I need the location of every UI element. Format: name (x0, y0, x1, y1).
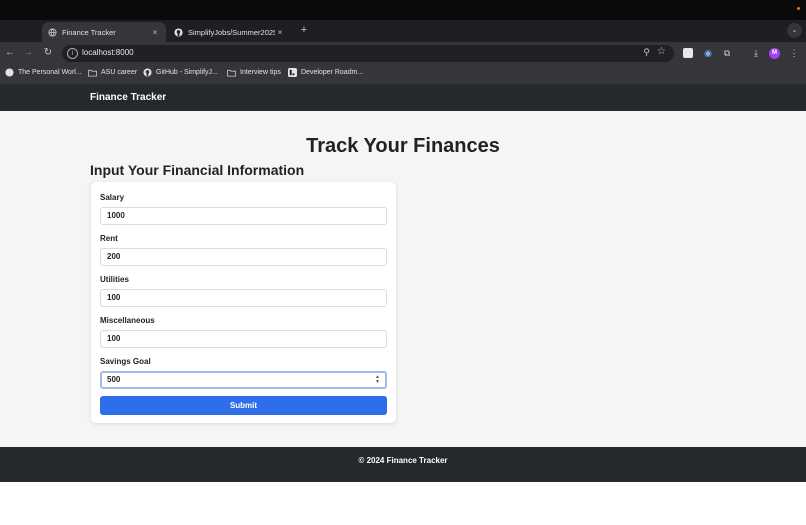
profile-avatar[interactable]: M (769, 48, 780, 59)
bookmark-label: ASU career (101, 69, 138, 76)
form-title: Input Your Financial Information (90, 162, 305, 178)
forward-icon[interactable]: → (21, 46, 35, 60)
bookmark-personal-world[interactable]: The Personal Worl... (5, 68, 82, 77)
rent-label: Rent (100, 234, 118, 243)
main-content: Track Your Finances Input Your Financial… (0, 111, 806, 447)
github-icon (174, 27, 183, 37)
globe-icon (48, 27, 57, 37)
extension-notes-icon[interactable] (683, 48, 693, 58)
savings-goal-field[interactable]: 500 ▲ ▼ (100, 371, 387, 389)
footer-copyright: © 2024 Finance Tracker (358, 456, 448, 465)
bookmark-star-icon[interactable]: ☆ (657, 46, 666, 57)
savings-goal-label: Savings Goal (100, 357, 151, 366)
roadmap-icon (288, 68, 297, 77)
bookmark-label: GitHub - SimplifyJ... (156, 69, 218, 76)
site-info-icon[interactable]: i (67, 48, 78, 59)
address-bar[interactable]: i localhost:8000 ⚲ ☆ (62, 45, 674, 62)
recording-indicator (797, 7, 800, 10)
bookmarks-bar: The Personal Worl... ASU career GitHub -… (0, 64, 806, 85)
miscellaneous-label: Miscellaneous (100, 316, 155, 325)
close-icon[interactable]: × (275, 28, 285, 37)
new-tab-button[interactable]: + (297, 22, 311, 38)
finance-form: Salary 1000 Rent 200 Utilities 100 Misce… (91, 182, 396, 423)
salary-label: Salary (100, 193, 125, 202)
bookmark-github-simplify[interactable]: GitHub - SimplifyJ... (143, 68, 218, 77)
browser-tab-finance-tracker[interactable]: Finance Tracker × (42, 22, 166, 42)
url-text[interactable]: localhost:8000 (82, 48, 134, 57)
os-menu-bar (0, 0, 806, 20)
bookmark-label: Interview tips (240, 69, 281, 76)
globe-icon (5, 68, 14, 77)
app-brand[interactable]: Finance Tracker (90, 92, 166, 103)
browser-toolbar: ← → ↻ i localhost:8000 ⚲ ☆ ◉ ⧉ ⤓ ⋮ (0, 42, 806, 64)
submit-button[interactable]: Submit (100, 396, 387, 415)
rent-field[interactable]: 200 (100, 248, 387, 266)
bookmark-developer-roadmap[interactable]: Developer Roadm... (288, 68, 363, 77)
number-stepper-icon[interactable]: ▲ ▼ (375, 375, 380, 385)
browser-tab-simplifyjobs[interactable]: SimplifyJobs/Summer2025-I × (168, 22, 291, 42)
bookmark-label: Developer Roadm... (301, 69, 364, 76)
salary-field[interactable]: 1000 (100, 207, 387, 225)
extension-shield-icon[interactable]: ◉ (702, 47, 714, 59)
tab-search-icon[interactable]: ⌄ (787, 23, 802, 38)
app-footer: © 2024 Finance Tracker (0, 447, 806, 482)
page-blank-area (0, 482, 806, 525)
more-menu-icon[interactable]: ⋮ (788, 47, 800, 59)
zoom-icon[interactable]: ⚲ (643, 47, 650, 58)
reload-icon[interactable]: ↻ (41, 46, 55, 60)
savings-goal-value: 500 (107, 375, 121, 384)
bookmark-label: The Personal Worl... (18, 69, 82, 76)
folder-icon (88, 68, 97, 77)
download-icon[interactable]: ⤓ (750, 47, 762, 59)
utilities-field[interactable]: 100 (100, 289, 387, 307)
tab-title: SimplifyJobs/Summer2025-I (188, 27, 275, 37)
app-navbar: Finance Tracker (0, 85, 806, 111)
miscellaneous-field[interactable]: 100 (100, 330, 387, 348)
back-icon[interactable]: ← (3, 46, 17, 60)
page-title: Track Your Finances (306, 135, 500, 157)
bookmark-asu-career[interactable]: ASU career (88, 68, 137, 77)
tab-title: Finance Tracker (62, 27, 116, 37)
github-icon (143, 68, 152, 77)
close-icon[interactable]: × (150, 28, 160, 37)
bookmark-interview-tips[interactable]: Interview tips (227, 68, 281, 77)
browser-tab-strip: Finance Tracker × SimplifyJobs/Summer202… (0, 20, 806, 42)
extensions-puzzle-icon[interactable]: ⧉ (721, 47, 733, 59)
utilities-label: Utilities (100, 275, 129, 284)
folder-icon (227, 68, 236, 77)
